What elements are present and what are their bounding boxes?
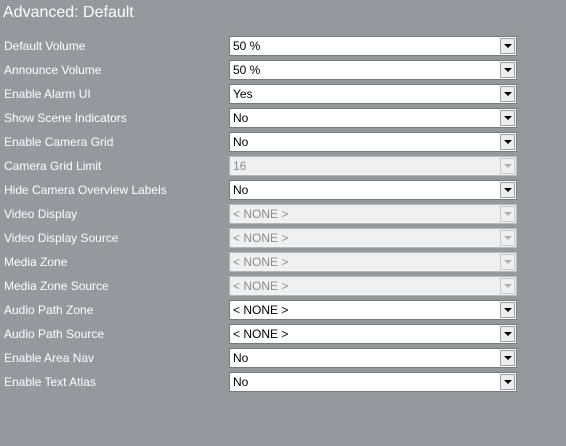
- setting-row-camera-grid-limit: Camera Grid Limit 16: [0, 154, 566, 178]
- setting-row-audio-path-source: Audio Path Source < NONE >: [0, 322, 566, 346]
- dropdown-button: [500, 254, 515, 270]
- chevron-down-icon: [503, 236, 512, 240]
- chevron-down-icon: [503, 356, 512, 360]
- setting-label-enable-area-nav: Enable Area Nav: [4, 351, 95, 365]
- setting-dropdown-default-volume[interactable]: 50 %: [229, 36, 517, 56]
- setting-row-announce-volume: Announce Volume 50 %: [0, 58, 566, 82]
- setting-row-media-zone-source: Media Zone Source < NONE >: [0, 274, 566, 298]
- setting-value-media-zone-source: < NONE >: [233, 279, 289, 293]
- chevron-down-icon: [503, 140, 512, 144]
- setting-row-media-zone: Media Zone < NONE >: [0, 250, 566, 274]
- setting-row-audio-path-zone: Audio Path Zone < NONE >: [0, 298, 566, 322]
- chevron-down-icon: [503, 260, 512, 264]
- setting-label-show-scene-indicators: Show Scene Indicators: [4, 111, 127, 125]
- setting-dropdown-enable-alarm-ui[interactable]: Yes: [229, 84, 517, 104]
- setting-value-enable-text-atlas: No: [233, 375, 249, 389]
- setting-value-audio-path-source: < NONE >: [233, 327, 289, 341]
- chevron-down-icon: [503, 188, 512, 192]
- setting-label-enable-alarm-ui: Enable Alarm UI: [4, 87, 91, 101]
- setting-label-audio-path-zone: Audio Path Zone: [4, 303, 94, 317]
- setting-value-enable-camera-grid: No: [233, 135, 249, 149]
- setting-dropdown-enable-text-atlas[interactable]: No: [229, 372, 517, 392]
- chevron-down-icon: [503, 380, 512, 384]
- setting-value-video-display-source: < NONE >: [233, 231, 289, 245]
- dropdown-button[interactable]: [500, 38, 515, 54]
- chevron-down-icon: [503, 116, 512, 120]
- dropdown-button[interactable]: [500, 134, 515, 150]
- panel-title: Advanced: Default: [3, 4, 134, 21]
- setting-value-default-volume: 50 %: [233, 39, 261, 53]
- dropdown-button[interactable]: [500, 86, 515, 102]
- setting-value-camera-grid-limit: 16: [233, 159, 247, 173]
- setting-label-video-display-source: Video Display Source: [4, 231, 119, 245]
- setting-value-media-zone: < NONE >: [233, 255, 289, 269]
- setting-dropdown-announce-volume[interactable]: 50 %: [229, 60, 517, 80]
- setting-value-show-scene-indicators: No: [233, 111, 249, 125]
- setting-value-audio-path-zone: < NONE >: [233, 303, 289, 317]
- dropdown-button[interactable]: [500, 302, 515, 318]
- setting-dropdown-media-zone: < NONE >: [229, 252, 517, 272]
- setting-dropdown-media-zone-source: < NONE >: [229, 276, 517, 296]
- setting-row-enable-alarm-ui: Enable Alarm UI Yes: [0, 82, 566, 106]
- setting-label-media-zone-source: Media Zone Source: [4, 279, 109, 293]
- setting-dropdown-enable-camera-grid[interactable]: No: [229, 132, 517, 152]
- setting-label-default-volume: Default Volume: [4, 39, 86, 53]
- chevron-down-icon: [503, 284, 512, 288]
- dropdown-button: [500, 158, 515, 174]
- dropdown-button: [500, 278, 515, 294]
- setting-label-enable-text-atlas: Enable Text Atlas: [4, 375, 96, 389]
- setting-dropdown-audio-path-zone[interactable]: < NONE >: [229, 300, 517, 320]
- chevron-down-icon: [503, 92, 512, 96]
- dropdown-button: [500, 230, 515, 246]
- chevron-down-icon: [503, 68, 512, 72]
- setting-row-video-display-source: Video Display Source < NONE >: [0, 226, 566, 250]
- setting-value-announce-volume: 50 %: [233, 63, 261, 77]
- settings-list: Default Volume 50 % Announce Volume 50 % Ena…: [0, 34, 566, 394]
- setting-row-video-display: Video Display < NONE >: [0, 202, 566, 226]
- setting-label-video-display: Video Display: [4, 207, 78, 221]
- setting-row-enable-text-atlas: Enable Text Atlas No: [0, 370, 566, 394]
- setting-value-hide-camera-overview-labels: No: [233, 183, 249, 197]
- setting-value-enable-alarm-ui: Yes: [233, 87, 253, 101]
- setting-label-enable-camera-grid: Enable Camera Grid: [4, 135, 114, 149]
- dropdown-button[interactable]: [500, 62, 515, 78]
- chevron-down-icon: [503, 44, 512, 48]
- chevron-down-icon: [503, 212, 512, 216]
- setting-row-show-scene-indicators: Show Scene Indicators No: [0, 106, 566, 130]
- setting-dropdown-video-display: < NONE >: [229, 204, 517, 224]
- advanced-settings-panel: Advanced: Default Default Volume 50 % Anno…: [0, 0, 566, 446]
- dropdown-button[interactable]: [500, 110, 515, 126]
- setting-label-audio-path-source: Audio Path Source: [4, 327, 105, 341]
- setting-value-video-display: < NONE >: [233, 207, 289, 221]
- setting-row-enable-area-nav: Enable Area Nav No: [0, 346, 566, 370]
- chevron-down-icon: [503, 332, 512, 336]
- dropdown-button[interactable]: [500, 350, 515, 366]
- setting-row-default-volume: Default Volume 50 %: [0, 34, 566, 58]
- setting-value-enable-area-nav: No: [233, 351, 249, 365]
- dropdown-button[interactable]: [500, 326, 515, 342]
- chevron-down-icon: [503, 308, 512, 312]
- setting-dropdown-video-display-source: < NONE >: [229, 228, 517, 248]
- dropdown-button: [500, 206, 515, 222]
- dropdown-button[interactable]: [500, 374, 515, 390]
- setting-dropdown-hide-camera-overview-labels[interactable]: No: [229, 180, 517, 200]
- setting-dropdown-show-scene-indicators[interactable]: No: [229, 108, 517, 128]
- setting-label-camera-grid-limit: Camera Grid Limit: [4, 159, 102, 173]
- setting-dropdown-enable-area-nav[interactable]: No: [229, 348, 517, 368]
- setting-dropdown-audio-path-source[interactable]: < NONE >: [229, 324, 517, 344]
- chevron-down-icon: [503, 164, 512, 168]
- setting-row-enable-camera-grid: Enable Camera Grid No: [0, 130, 566, 154]
- setting-label-media-zone: Media Zone: [4, 255, 68, 269]
- setting-dropdown-camera-grid-limit: 16: [229, 156, 517, 176]
- setting-label-announce-volume: Announce Volume: [4, 63, 102, 77]
- setting-label-hide-camera-overview-labels: Hide Camera Overview Labels: [4, 183, 167, 197]
- dropdown-button[interactable]: [500, 182, 515, 198]
- setting-row-hide-camera-overview-labels: Hide Camera Overview Labels No: [0, 178, 566, 202]
